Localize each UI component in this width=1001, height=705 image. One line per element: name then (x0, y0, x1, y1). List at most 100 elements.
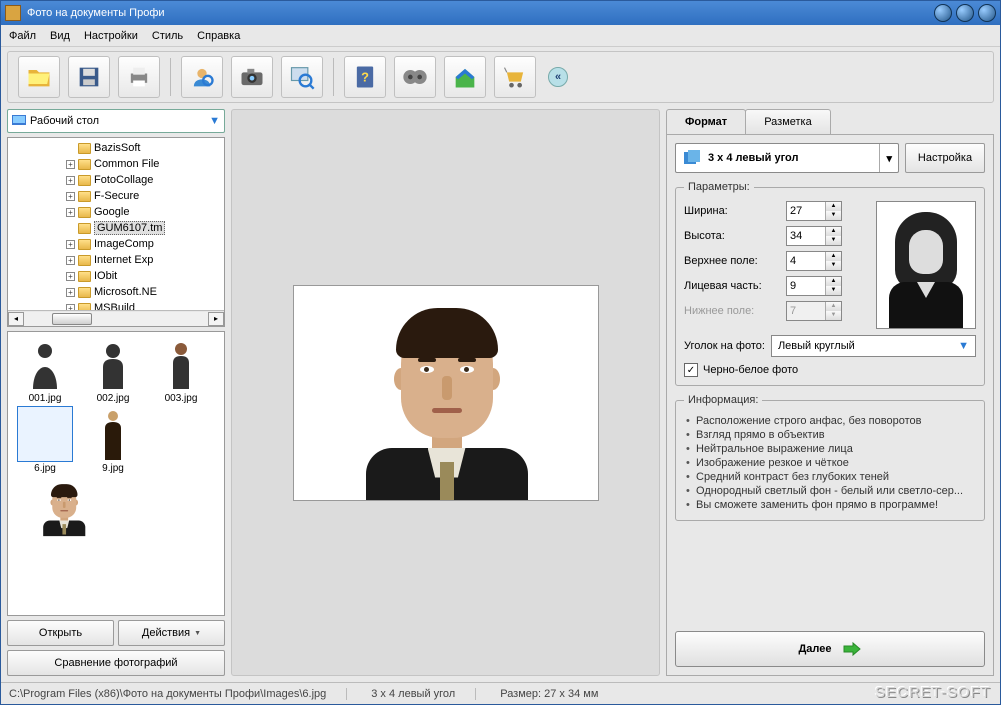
save-button[interactable] (68, 56, 110, 98)
menu-view[interactable]: Вид (50, 30, 70, 42)
location-dropdown[interactable]: Рабочий стол ▼ (7, 109, 225, 133)
info-title: Информация: (684, 394, 762, 406)
open-file-button[interactable] (18, 56, 60, 98)
print-button[interactable] (118, 56, 160, 98)
format-dropdown[interactable]: 3 x 4 левый угол ▾ (675, 143, 899, 173)
expand-icon[interactable]: + (66, 256, 75, 265)
top-spinner[interactable]: ▲▼ (786, 251, 842, 271)
toolbar-collapse-button[interactable]: « (548, 67, 568, 87)
thumbnail[interactable]: 003.jpg (148, 336, 214, 404)
thumbnail[interactable]: 001.jpg (12, 336, 78, 404)
tree-item-label: F-Secure (94, 190, 139, 202)
info-item: Средний контраст без глубоких теней (684, 470, 976, 484)
tree-item[interactable]: + Internet Exp (66, 252, 224, 268)
arrow-right-icon (842, 641, 862, 657)
face-detect-button[interactable] (181, 56, 223, 98)
folder-icon (78, 143, 91, 154)
menu-file[interactable]: Файл (9, 30, 36, 42)
tree-item[interactable]: +IObit (66, 268, 224, 284)
tree-item-label: FotoCollage (94, 174, 153, 186)
menu-settings[interactable]: Настройки (84, 30, 138, 42)
camera-button[interactable] (231, 56, 273, 98)
maximize-button[interactable] (956, 4, 974, 22)
thumbnail-image (85, 406, 141, 462)
info-item: Нейтральное выражение лица (684, 442, 976, 456)
location-label: Рабочий стол (30, 115, 99, 127)
expand-icon[interactable]: + (66, 192, 75, 201)
width-label: Ширина: (684, 205, 786, 217)
expand-icon[interactable]: + (66, 160, 75, 169)
info-item: Вы сможете заменить фон прямо в программ… (684, 498, 976, 512)
tree-item-label: Microsoft.NE (94, 286, 157, 298)
home-button[interactable] (444, 56, 486, 98)
tree-item[interactable]: + Microsoft.NE (66, 284, 224, 300)
configure-button[interactable]: Настройка (905, 143, 985, 173)
folder-icon (78, 207, 91, 218)
tree-item[interactable]: GUM6107.tm (66, 220, 224, 236)
next-button[interactable]: Далее (675, 631, 985, 667)
expand-icon[interactable]: + (66, 240, 75, 249)
tree-item-label: Internet Exp (94, 254, 153, 266)
scroll-thumb[interactable] (52, 313, 92, 325)
tree-item[interactable]: +Google (66, 204, 224, 220)
info-item: Взгляд прямо в объектив (684, 428, 976, 442)
thumbnail-label: 6.jpg (34, 463, 56, 474)
photo-subject (346, 300, 546, 500)
cart-button[interactable] (494, 56, 536, 98)
spin-down[interactable]: ▼ (826, 211, 841, 220)
spin-up[interactable]: ▲ (826, 202, 841, 211)
bw-label[interactable]: Черно-белое фото (703, 364, 798, 376)
width-spinner[interactable]: ▲▼ (786, 201, 842, 221)
menu-style[interactable]: Стиль (152, 30, 183, 42)
height-spinner[interactable]: ▲▼ (786, 226, 842, 246)
thumbnail[interactable]: 9.jpg (80, 406, 146, 474)
bottom-margin-label: Нижнее поле: (684, 305, 786, 317)
minimize-button[interactable] (934, 4, 952, 22)
thumbnail-image (85, 336, 141, 392)
tree-scrollbar[interactable]: ◂ ▸ (8, 310, 224, 326)
tree-item[interactable]: BazisSoft (66, 140, 224, 156)
folder-icon (78, 271, 91, 282)
app-icon (5, 5, 21, 21)
tab-format[interactable]: Формат (666, 109, 746, 134)
scroll-right-button[interactable]: ▸ (208, 312, 224, 326)
thumbnail[interactable]: 002.jpg (80, 336, 146, 404)
info-group: Информация: Расположение строго анфас, б… (675, 394, 985, 521)
corner-dropdown[interactable]: Левый круглый ▼ (771, 335, 976, 357)
open-button[interactable]: Открыть (7, 620, 114, 646)
folder-icon (78, 175, 91, 186)
scroll-left-button[interactable]: ◂ (8, 312, 24, 326)
zoom-button[interactable] (281, 56, 323, 98)
tree-item[interactable]: + FotoCollage (66, 172, 224, 188)
compare-button[interactable]: Сравнение фотографий (7, 650, 225, 676)
chevron-down-icon: ▼ (209, 115, 220, 127)
video-button[interactable] (394, 56, 436, 98)
menu-help[interactable]: Справка (197, 30, 240, 42)
close-button[interactable] (978, 4, 996, 22)
chevron-down-icon: ▼ (958, 340, 969, 352)
bw-checkbox[interactable]: ✓ (684, 363, 698, 377)
actions-button[interactable]: Действия▼ (118, 620, 225, 646)
photo-canvas[interactable] (293, 285, 599, 501)
help-button[interactable]: ? (344, 56, 386, 98)
expand-icon[interactable]: + (66, 272, 75, 281)
tab-layout[interactable]: Разметка (745, 109, 831, 134)
tree-item[interactable]: +ImageComp (66, 236, 224, 252)
height-label: Высота: (684, 230, 786, 242)
thumbnail-label: 9.jpg (102, 463, 124, 474)
expand-icon[interactable]: + (66, 208, 75, 217)
tree-item[interactable]: + F-Secure (66, 188, 224, 204)
thumbnail-label: 001.jpg (29, 393, 62, 404)
face-spinner[interactable]: ▲▼ (786, 276, 842, 296)
expand-icon[interactable]: + (66, 288, 75, 297)
tree-item[interactable]: + Common File (66, 156, 224, 172)
bottom-spinner: ▲▼ (786, 301, 842, 321)
info-item: Однородный светлый фон - белый или светл… (684, 484, 976, 498)
parameters-title: Параметры: (684, 181, 754, 193)
expand-icon[interactable]: + (66, 176, 75, 185)
folder-icon (78, 287, 91, 298)
folder-tree[interactable]: BazisSoft + Common File + FotoCollage + F-Secu… (7, 137, 225, 327)
tree-item-label: Common File (94, 158, 159, 170)
tree-item-label: BazisSoft (94, 142, 140, 154)
thumbnail[interactable]: 6.jpg (12, 406, 78, 474)
